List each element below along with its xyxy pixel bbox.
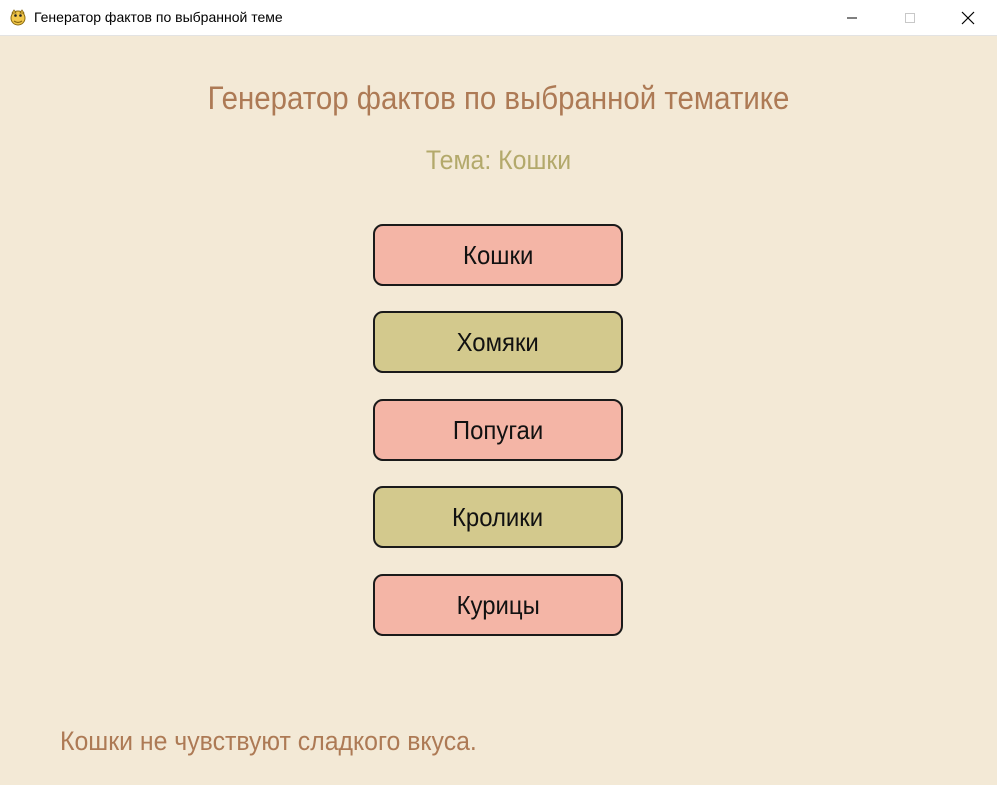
topic-button-chickens[interactable]: Курицы [373,574,623,636]
fact-text: Кошки не чувствуют сладкого вкуса. [60,726,477,756]
minimize-button[interactable] [823,0,881,35]
maximize-icon [905,12,915,23]
topic-button-label: Кролики [452,501,544,532]
minimize-icon [847,17,857,18]
topic-button-label: Хомяки [456,326,540,357]
close-icon [961,11,975,24]
topic-button-hamsters[interactable]: Хомяки [373,311,623,373]
close-button[interactable] [939,0,997,35]
topic-button-label: Попугаи [452,414,544,445]
title-bar[interactable]: Генератор фактов по выбранной теме [0,0,997,36]
selected-topic-label: Тема: Кошки [425,145,572,175]
topic-button-rabbits[interactable]: Кролики [373,486,623,548]
topic-button-parrots[interactable]: Попугаи [373,399,623,461]
window-title: Генератор фактов по выбранной теме [34,9,283,25]
topic-button-label: Кошки [462,239,534,270]
page-title: Генератор фактов по выбранной тематике [207,80,790,116]
python-snake-icon [10,9,26,26]
app-window: Генератор фактов по выбранной теме Генер… [0,0,997,785]
maximize-button[interactable] [881,0,939,35]
topic-button-label: Курицы [456,589,540,620]
topic-button-cats[interactable]: Кошки [373,224,623,286]
